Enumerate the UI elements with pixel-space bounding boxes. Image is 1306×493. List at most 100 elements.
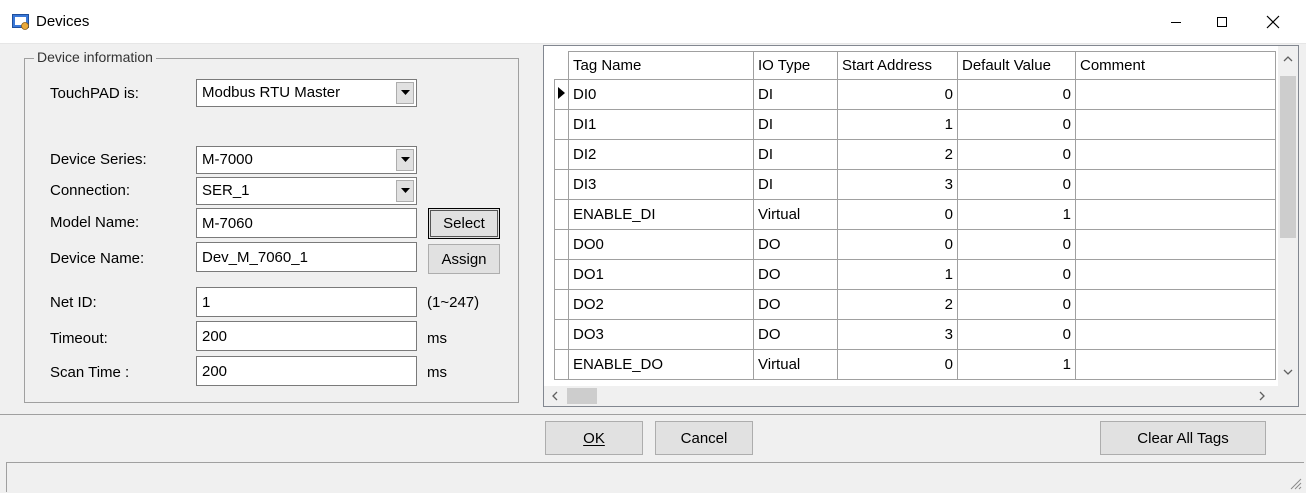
ok-button[interactable]: OK xyxy=(545,421,643,455)
cell-start-address[interactable]: 0 xyxy=(837,229,958,260)
chevron-down-icon[interactable] xyxy=(396,180,414,202)
row-header[interactable] xyxy=(554,319,569,350)
table-row[interactable]: ENABLE_DI Virtual 0 1 xyxy=(554,199,1276,230)
cell-io-type[interactable]: DI xyxy=(753,109,838,140)
cancel-button[interactable]: Cancel xyxy=(655,421,753,455)
cell-start-address[interactable]: 2 xyxy=(837,289,958,320)
cell-comment[interactable] xyxy=(1075,349,1276,380)
model-name-field[interactable] xyxy=(196,208,417,238)
column-header-io-type[interactable]: IO Type xyxy=(753,51,838,80)
timeout-field[interactable] xyxy=(196,321,417,351)
cell-io-type[interactable]: Virtual xyxy=(753,199,838,230)
cell-default-value[interactable]: 0 xyxy=(957,319,1076,350)
cell-io-type[interactable]: DI xyxy=(753,169,838,200)
device-name-input[interactable] xyxy=(197,243,416,271)
cell-default-value[interactable]: 1 xyxy=(957,349,1076,380)
table-row[interactable]: DI3 DI 3 0 xyxy=(554,169,1276,200)
column-header-tag-name[interactable]: Tag Name xyxy=(568,51,754,80)
cell-io-type[interactable]: DO xyxy=(753,319,838,350)
table-row[interactable]: DO1 DO 1 0 xyxy=(554,259,1276,290)
cell-start-address[interactable]: 0 xyxy=(837,79,958,110)
resize-grip-icon[interactable] xyxy=(1288,476,1302,490)
cell-tag-name[interactable]: ENABLE_DO xyxy=(568,349,754,380)
assign-button[interactable]: Assign xyxy=(428,244,500,274)
cell-comment[interactable] xyxy=(1075,139,1276,170)
cell-tag-name[interactable]: DI1 xyxy=(568,109,754,140)
net-id-field[interactable] xyxy=(196,287,417,317)
cell-io-type[interactable]: DO xyxy=(753,289,838,320)
cell-start-address[interactable]: 0 xyxy=(837,349,958,380)
table-row[interactable]: DO0 DO 0 0 xyxy=(554,229,1276,260)
timeout-input[interactable] xyxy=(197,322,416,350)
cell-default-value[interactable]: 0 xyxy=(957,169,1076,200)
cell-start-address[interactable]: 3 xyxy=(837,169,958,200)
row-header[interactable] xyxy=(554,289,569,320)
horizontal-scrollbar[interactable] xyxy=(544,386,1280,406)
cell-comment[interactable] xyxy=(1075,259,1276,290)
cell-comment[interactable] xyxy=(1075,169,1276,200)
cell-default-value[interactable]: 0 xyxy=(957,79,1076,110)
clear-all-tags-button[interactable]: Clear All Tags xyxy=(1100,421,1266,455)
cell-start-address[interactable]: 0 xyxy=(837,199,958,230)
table-row[interactable]: DI2 DI 2 0 xyxy=(554,139,1276,170)
cell-tag-name[interactable]: DI3 xyxy=(568,169,754,200)
maximize-button[interactable] xyxy=(1199,0,1245,44)
table-row[interactable]: DI0 DI 0 0 xyxy=(554,79,1276,110)
row-header[interactable] xyxy=(554,229,569,260)
row-header[interactable] xyxy=(554,139,569,170)
cell-tag-name[interactable]: ENABLE_DI xyxy=(568,199,754,230)
cell-io-type[interactable]: DO xyxy=(753,229,838,260)
cell-tag-name[interactable]: DO3 xyxy=(568,319,754,350)
close-button[interactable] xyxy=(1250,0,1296,44)
cell-tag-name[interactable]: DO0 xyxy=(568,229,754,260)
table-row[interactable]: DO2 DO 2 0 xyxy=(554,289,1276,320)
connection-select[interactable]: SER_1 xyxy=(196,177,417,205)
chevron-down-icon[interactable] xyxy=(396,149,414,171)
cell-start-address[interactable]: 1 xyxy=(837,259,958,290)
cell-tag-name[interactable]: DI0 xyxy=(568,79,754,110)
row-header[interactable] xyxy=(554,169,569,200)
touchpad-mode-select[interactable]: Modbus RTU Master xyxy=(196,79,417,107)
cell-tag-name[interactable]: DO2 xyxy=(568,289,754,320)
row-header[interactable] xyxy=(554,79,569,110)
cell-comment[interactable] xyxy=(1075,79,1276,110)
cell-comment[interactable] xyxy=(1075,319,1276,350)
scroll-up-icon[interactable] xyxy=(1283,55,1293,63)
column-header-start-address[interactable]: Start Address xyxy=(837,51,958,80)
cell-start-address[interactable]: 1 xyxy=(837,109,958,140)
vertical-scroll-thumb[interactable] xyxy=(1280,76,1296,238)
column-header-comment[interactable]: Comment xyxy=(1075,51,1276,80)
table-row[interactable]: DI1 DI 1 0 xyxy=(554,109,1276,140)
cell-start-address[interactable]: 2 xyxy=(837,139,958,170)
cell-comment[interactable] xyxy=(1075,289,1276,320)
device-series-select[interactable]: M-7000 xyxy=(196,146,417,174)
cell-default-value[interactable]: 1 xyxy=(957,199,1076,230)
row-header[interactable] xyxy=(554,199,569,230)
scroll-down-icon[interactable] xyxy=(1283,368,1293,376)
horizontal-scroll-thumb[interactable] xyxy=(567,388,597,404)
cell-start-address[interactable]: 3 xyxy=(837,319,958,350)
row-header[interactable] xyxy=(554,259,569,290)
cell-comment[interactable] xyxy=(1075,109,1276,140)
vertical-scrollbar[interactable] xyxy=(1278,46,1298,386)
cell-tag-name[interactable]: DI2 xyxy=(568,139,754,170)
net-id-input[interactable] xyxy=(197,288,416,316)
cell-comment[interactable] xyxy=(1075,199,1276,230)
table-row[interactable]: ENABLE_DO Virtual 0 1 xyxy=(554,349,1276,380)
cell-default-value[interactable]: 0 xyxy=(957,259,1076,290)
row-header[interactable] xyxy=(554,109,569,140)
device-name-field[interactable] xyxy=(196,242,417,272)
cell-comment[interactable] xyxy=(1075,229,1276,260)
table-row[interactable]: DO3 DO 3 0 xyxy=(554,319,1276,350)
scroll-left-icon[interactable] xyxy=(551,391,559,401)
chevron-down-icon[interactable] xyxy=(396,82,414,104)
scan-time-field[interactable] xyxy=(196,356,417,386)
cell-io-type[interactable]: DO xyxy=(753,259,838,290)
cell-io-type[interactable]: Virtual xyxy=(753,349,838,380)
minimize-button[interactable] xyxy=(1153,0,1199,44)
row-header[interactable] xyxy=(554,349,569,380)
cell-default-value[interactable]: 0 xyxy=(957,289,1076,320)
scroll-right-icon[interactable] xyxy=(1258,391,1266,401)
cell-tag-name[interactable]: DO1 xyxy=(568,259,754,290)
column-header-default-value[interactable]: Default Value xyxy=(957,51,1076,80)
